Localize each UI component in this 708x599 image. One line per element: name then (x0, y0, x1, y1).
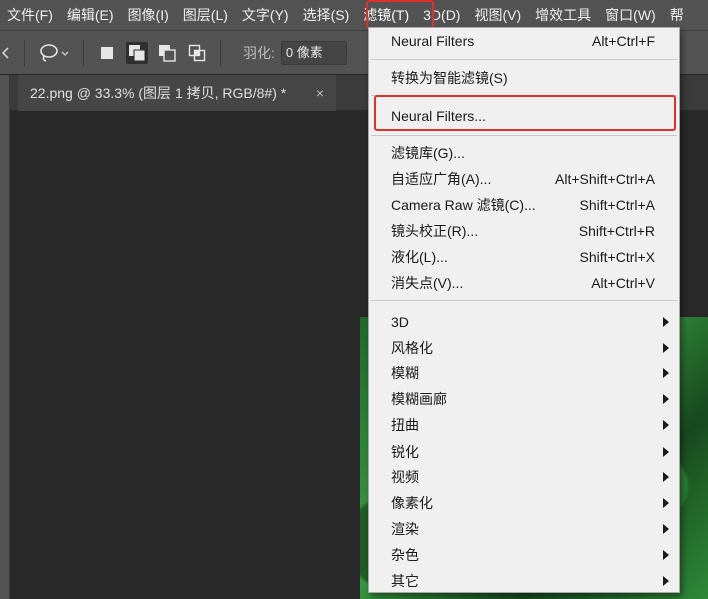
subtract-from-selection-icon[interactable] (156, 42, 178, 64)
menu-edit[interactable]: 编辑(E) (60, 0, 121, 30)
menu-type[interactable]: 文字(Y) (235, 0, 296, 30)
menu-item-shortcut: Alt+Shift+Ctrl+A (555, 171, 655, 187)
submenu-arrow-icon (663, 472, 669, 482)
chevron-icon[interactable] (0, 42, 12, 64)
menu-item-label: 视频 (391, 469, 419, 485)
menu-separator (371, 95, 677, 96)
menu-select[interactable]: 选择(S) (296, 0, 357, 30)
menu-item-label: 锐化 (391, 444, 419, 460)
menu-item-shortcut: Shift+Ctrl+A (579, 197, 655, 213)
document-tab[interactable]: 22.png @ 33.3% (图层 1 拷贝, RGB/8#) * × (18, 75, 336, 111)
menu-item-adaptive-wide-angle[interactable]: 自适应广角(A)... Alt+Shift+Ctrl+A (369, 166, 679, 192)
menu-item-label: Neural Filters (391, 33, 475, 49)
close-icon[interactable]: × (316, 75, 324, 111)
submenu-arrow-icon (663, 524, 669, 534)
menu-filter[interactable]: 滤镜(T) (356, 0, 416, 30)
menu-item-render[interactable]: 渲染 (369, 516, 679, 542)
submenu-arrow-icon (663, 498, 669, 508)
menu-help[interactable]: 帮 (663, 0, 691, 30)
submenu-arrow-icon (663, 550, 669, 560)
menu-item-camera-raw[interactable]: Camera Raw 滤镜(C)... Shift+Ctrl+A (369, 192, 679, 218)
document-tab-title: 22.png @ 33.3% (图层 1 拷贝, RGB/8#) * (30, 85, 287, 101)
menu-file[interactable]: 文件(F) (0, 0, 60, 30)
menu-view[interactable]: 视图(V) (467, 0, 528, 30)
menu-item-label: 转换为智能滤镜(S) (391, 70, 508, 86)
menu-item-label: 自适应广角(A)... (391, 171, 492, 187)
menu-item-label: 消失点(V)... (391, 275, 464, 291)
menu-item-pixelate[interactable]: 像素化 (369, 490, 679, 516)
menu-item-label: 像素化 (391, 495, 433, 511)
separator (220, 39, 221, 66)
intersect-selection-icon[interactable] (186, 42, 208, 64)
submenu-arrow-icon (663, 343, 669, 353)
menu-plugins[interactable]: 增效工具 (528, 0, 598, 30)
menu-item-blur[interactable]: 模糊 (369, 360, 679, 386)
feather-input[interactable]: 0 像素 (280, 40, 347, 65)
menu-item-label: 渲染 (391, 521, 419, 537)
menu-item-label: 镜头校正(R)... (391, 223, 479, 239)
menu-item-label: 模糊画廊 (391, 391, 447, 407)
menu-item-video[interactable]: 视频 (369, 464, 679, 490)
separator (83, 39, 84, 66)
menu-item-label: 模糊 (391, 365, 419, 381)
feather-label: 羽化: (243, 44, 275, 61)
submenu-arrow-icon (663, 368, 669, 378)
menu-item-sharpen[interactable]: 锐化 (369, 439, 679, 465)
menu-item-label: Neural Filters... (391, 108, 486, 124)
new-selection-icon[interactable] (96, 42, 118, 64)
menu-item-neural-filters[interactable]: Neural Filters... (369, 103, 679, 129)
filter-menu-dropdown: Neural Filters Alt+Ctrl+F 转换为智能滤镜(S) Neu… (368, 27, 680, 593)
menu-item-neural-filters-last[interactable]: Neural Filters Alt+Ctrl+F (369, 28, 679, 54)
menu-window[interactable]: 窗口(W) (598, 0, 663, 30)
menu-item-label: 液化(L)... (391, 249, 448, 265)
menu-item-noise[interactable]: 杂色 (369, 542, 679, 568)
menu-item-shortcut: Shift+Ctrl+X (579, 249, 655, 265)
menu-separator (371, 300, 677, 301)
menu-image[interactable]: 图像(I) (121, 0, 176, 30)
menu-item-label: 滤镜库(G)... (391, 145, 465, 161)
menu-3d[interactable]: 3D(D) (416, 0, 467, 30)
menu-item-blur-gallery[interactable]: 模糊画廊 (369, 386, 679, 412)
menu-bar: 文件(F) 编辑(E) 图像(I) 图层(L) 文字(Y) 选择(S) 滤镜(T… (0, 0, 708, 30)
menu-item-shortcut: Alt+Ctrl+V (591, 275, 655, 291)
lasso-tool-icon[interactable] (37, 42, 71, 64)
submenu-arrow-icon (663, 317, 669, 327)
tools-panel-edge (0, 75, 10, 599)
menu-separator (371, 135, 677, 136)
menu-item-vanishing-point[interactable]: 消失点(V)... Alt+Ctrl+V (369, 270, 679, 296)
menu-separator (371, 59, 677, 60)
menu-item-label: Camera Raw 滤镜(C)... (391, 197, 536, 213)
menu-item-label: 其它 (391, 573, 419, 589)
menu-item-label: 3D (391, 314, 409, 330)
menu-item-filter-gallery[interactable]: 滤镜库(G)... (369, 140, 679, 166)
separator (24, 39, 25, 66)
menu-item-label: 扭曲 (391, 417, 419, 433)
submenu-arrow-icon (663, 420, 669, 430)
menu-item-stylize[interactable]: 风格化 (369, 335, 679, 361)
submenu-arrow-icon (663, 394, 669, 404)
menu-item-distort[interactable]: 扭曲 (369, 412, 679, 438)
menu-item-shortcut: Shift+Ctrl+R (578, 223, 655, 239)
menu-item-convert-smart-filter[interactable]: 转换为智能滤镜(S) (369, 65, 679, 91)
menu-layer[interactable]: 图层(L) (176, 0, 235, 30)
menu-item-other[interactable]: 其它 (369, 568, 679, 594)
submenu-arrow-icon (663, 576, 669, 586)
menu-item-3d[interactable]: 3D (369, 309, 679, 335)
add-to-selection-icon[interactable] (126, 41, 148, 64)
submenu-arrow-icon (663, 447, 669, 457)
menu-item-lens-correction[interactable]: 镜头校正(R)... Shift+Ctrl+R (369, 218, 679, 244)
menu-item-liquify[interactable]: 液化(L)... Shift+Ctrl+X (369, 244, 679, 270)
menu-item-label: 杂色 (391, 547, 419, 563)
menu-item-label: 风格化 (391, 340, 433, 356)
menu-item-shortcut: Alt+Ctrl+F (591, 33, 655, 49)
